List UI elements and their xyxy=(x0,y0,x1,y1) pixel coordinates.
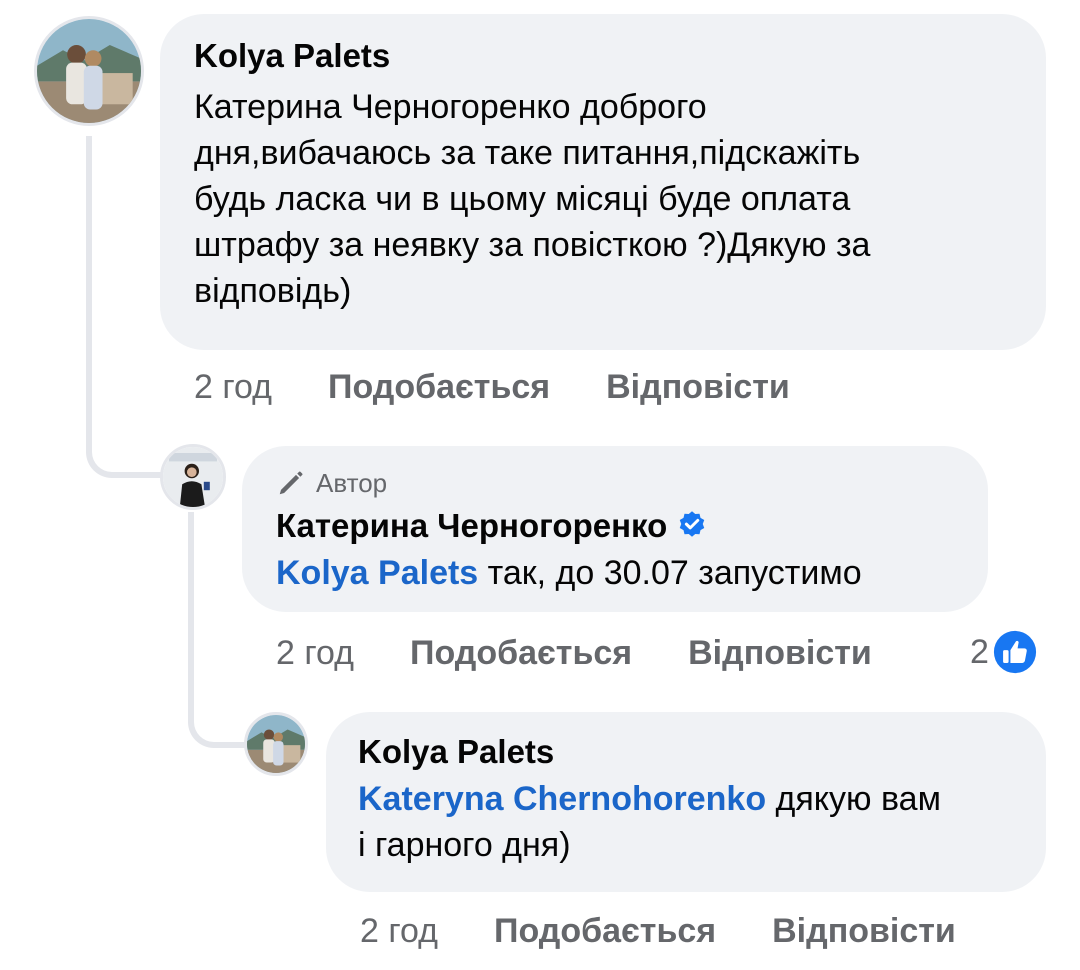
like-button[interactable]: Подобається xyxy=(328,368,550,407)
pen-icon xyxy=(279,471,303,495)
comment-actions: 2 год Подобається Відповісти xyxy=(276,634,872,673)
mention-link[interactable]: Kolya Palets xyxy=(276,554,478,592)
comment-author-name[interactable]: Катерина Черногоренко xyxy=(276,507,667,544)
avatar-kolya-palets[interactable] xyxy=(244,712,308,776)
comment-text-line: відповідь) xyxy=(194,272,352,310)
comment-text-line: і гарного дня) xyxy=(358,826,571,864)
comment-timestamp[interactable]: 2 год xyxy=(360,912,438,951)
author-badge-label: Автор xyxy=(316,467,388,498)
comment-bubble: Автор Катерина Черногоренко Kolya Palets… xyxy=(242,446,988,612)
reply-button[interactable]: Відповісти xyxy=(606,368,790,407)
thread-line-1 xyxy=(86,136,162,478)
comment-text: Kateryna Chernohorenko дякую вам і гарно… xyxy=(358,776,1046,868)
author-badge: Автор xyxy=(276,466,988,500)
reaction-count: 2 xyxy=(970,632,989,671)
comment-author[interactable]: Kolya Palets xyxy=(194,36,1046,76)
comment-actions: 2 год Подобається Відповісти xyxy=(194,368,790,407)
comment-text: Катерина Черногоренко доброго дня,вибача… xyxy=(194,84,1046,314)
comment-text-line: штрафу за неявку за повісткою ?)Дякую за xyxy=(194,226,871,264)
comment-text-line: дня,вибачаюсь за таке питання,підскажіть xyxy=(194,134,861,172)
comment-text-line: будь ласка чи в цьому місяці буде оплата xyxy=(194,180,851,218)
comment-text-line: Kateryna Chernohorenko дякую вам xyxy=(358,776,1014,822)
thread-line-2 xyxy=(188,512,246,748)
like-button[interactable]: Подобається xyxy=(410,634,632,673)
comment-text-line: Катерина Черногоренко доброго xyxy=(194,88,707,126)
reply-button[interactable]: Відповісти xyxy=(688,634,872,673)
comment-actions: 2 год Подобається Відповісти xyxy=(360,912,956,951)
comment-text: Kolya Palets так, до 30.07 запустимо xyxy=(276,550,988,596)
comment-author: Катерина Черногоренко xyxy=(276,506,988,546)
avatar-kolya-palets[interactable] xyxy=(34,16,144,126)
reply-button[interactable]: Відповісти xyxy=(772,912,956,951)
avatar-kateryna-chernohorenko[interactable] xyxy=(160,444,226,510)
comment-bubble: Kolya Palets Kateryna Chernohorenko дяку… xyxy=(326,712,1046,892)
comment-author[interactable]: Kolya Palets xyxy=(358,732,1046,772)
like-button[interactable]: Подобається xyxy=(494,912,716,951)
verified-badge-icon xyxy=(680,511,705,538)
comment-bubble: Kolya Palets Катерина Черногоренко добро… xyxy=(160,14,1046,350)
comment-text-body: так, до 30.07 запустимо xyxy=(487,554,862,592)
comment-text-body: дякую вам xyxy=(775,780,941,818)
comment-timestamp[interactable]: 2 год xyxy=(276,634,354,673)
comment-timestamp[interactable]: 2 год xyxy=(194,368,272,407)
mention-link[interactable]: Kateryna Chernohorenko xyxy=(358,780,766,818)
reaction-summary[interactable]: 2 xyxy=(970,630,1037,674)
like-icon xyxy=(993,630,1037,674)
